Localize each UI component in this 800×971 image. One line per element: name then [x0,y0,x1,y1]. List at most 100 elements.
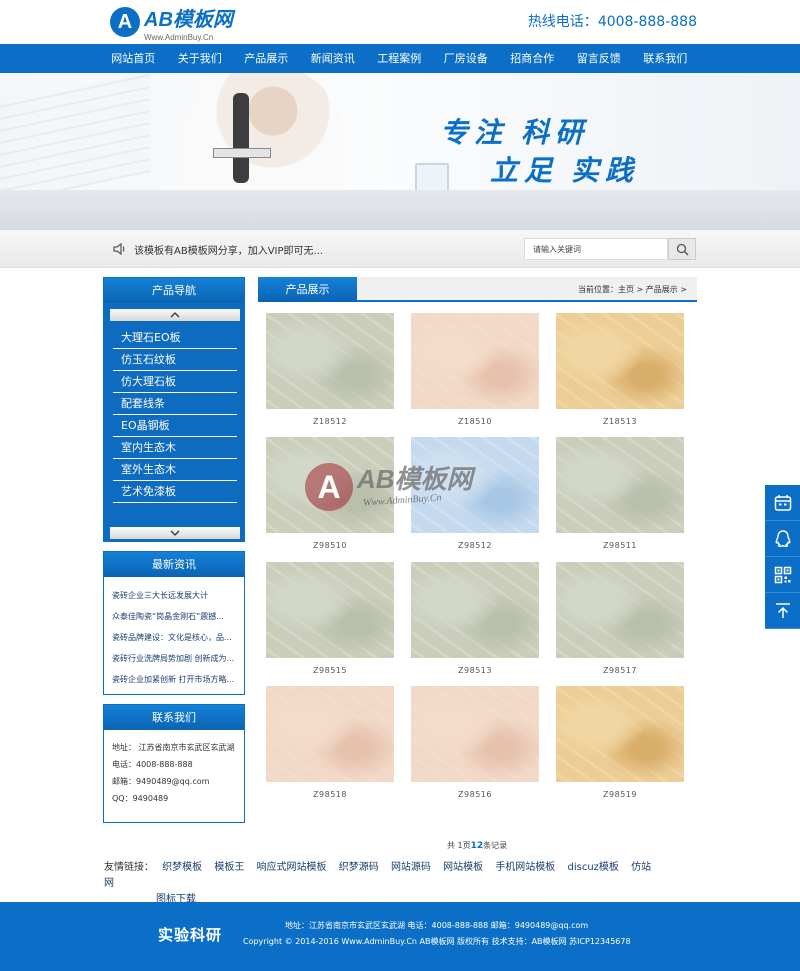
hotline: 热线电话：4008-888-888 [528,11,697,31]
friend-links: 友情链接： 织梦模板 模板王 响应式网站模板 织梦源码 网站源码 网站模板 手机… [104,860,664,908]
news-item[interactable]: 众泰佳陶瓷“岗晶金刚石”震撼... [112,606,242,627]
product-card[interactable]: Z98518 [266,686,394,799]
product-thumbnail[interactable] [556,562,684,658]
qrcode-icon [774,566,791,583]
category-item[interactable]: EO晶钢板 [113,415,237,437]
news-item[interactable]: 瓷砖行业洗牌局势加剧 创新成为... [112,648,242,669]
site-logo[interactable]: A AB模板网 Www.AdminBuy.Cn [110,6,233,42]
scroll-down-button[interactable] [110,527,240,539]
chevron-up-icon [170,312,180,318]
product-code[interactable]: Z18512 [266,417,394,426]
breadcrumb[interactable]: 当前位置：主页 > 产品展示 > [578,284,687,295]
product-card[interactable]: Z98511 [556,437,684,550]
friend-link[interactable]: 响应式网站模板 [257,862,327,873]
product-card[interactable]: Z18512 [266,313,394,426]
category-item[interactable]: 室外生态木 [113,459,237,481]
product-thumbnail[interactable] [556,437,684,533]
category-item[interactable]: 仿大理石板 [113,371,237,393]
category-item[interactable]: 大理石EO板 [113,327,237,349]
friend-link[interactable]: 手机网站模板 [495,862,555,873]
page: A AB模板网 Www.AdminBuy.Cn 热线电话：4008-888-88… [0,0,800,971]
product-thumbnail[interactable] [266,562,394,658]
site-footer: 实验科研 地址：江苏省南京市玄武区玄武湖 电话：4008-888-888 邮箱：… [0,902,800,971]
banner-desk [0,190,800,230]
nav-item-cases[interactable]: 工程案例 [366,44,433,73]
speaker-icon [113,242,125,256]
nav-item-home[interactable]: 网站首页 [100,44,167,73]
search-button[interactable] [668,238,696,260]
news-item[interactable]: 瓷砖企业三大长远发展大计 [112,585,242,606]
product-card[interactable]: Z98515 [266,562,394,675]
product-code[interactable]: Z18513 [556,417,684,426]
category-item[interactable]: 配套线条 [113,393,237,415]
calendar-button[interactable] [765,485,800,521]
qq-button[interactable] [765,521,800,557]
nav-item-feedback[interactable]: 留言反馈 [566,44,633,73]
notice-message[interactable]: 该模板有AB模板网分享，加入VIP即可无... [134,242,323,257]
search-input[interactable] [524,238,668,260]
product-code[interactable]: Z98517 [556,666,684,675]
nav-item-products[interactable]: 产品展示 [233,44,300,73]
product-thumbnail[interactable] [411,437,539,533]
nav-item-contact[interactable]: 联系我们 [632,44,699,73]
section-tab: 产品展示 [258,277,357,302]
product-code[interactable]: Z98516 [411,790,539,799]
category-item[interactable]: 仿玉石纹板 [113,349,237,371]
product-thumbnail[interactable] [266,313,394,409]
product-card[interactable]: Z98513 [411,562,539,675]
nav-item-news[interactable]: 新闻资讯 [300,44,367,73]
search-form [524,238,696,260]
contact-address: 地址： 江苏省南京市玄武区玄武湖 [112,743,235,752]
product-nav-box: 产品导航 大理石EO板 仿玉石纹板 仿大理石板 配套线条 EO晶钢板 室内生态木… [103,277,245,542]
friend-link[interactable]: 模板王 [214,862,244,873]
calendar-icon [774,494,791,511]
product-card[interactable]: Z98516 [411,686,539,799]
product-card[interactable]: Z98517 [556,562,684,675]
product-thumbnail[interactable] [411,686,539,782]
friend-link[interactable]: discuz模板 [568,862,619,873]
news-box: 最新资讯 瓷砖企业三大长远发展大计 众泰佳陶瓷“岗晶金刚石”震撼... 瓷砖品牌… [103,551,245,695]
news-item[interactable]: 瓷砖企业加紧创新 打开市场方略... [112,669,242,690]
notice-bar: 该模板有AB模板网分享，加入VIP即可无... [0,230,800,268]
hotline-label: 热线电话： [527,14,598,30]
product-card[interactable]: Z18510 [411,313,539,426]
product-card[interactable]: Z98510 [266,437,394,550]
product-card[interactable]: Z98512 [411,437,539,550]
product-code[interactable]: Z98511 [556,541,684,550]
contact-phone: 电话：4008-888-888 [112,760,193,769]
news-item[interactable]: 瓷砖品牌建设：文化是核心，品... [112,627,242,648]
product-code[interactable]: Z98519 [556,790,684,799]
product-thumbnail[interactable] [266,686,394,782]
logo-subtitle: Www.AdminBuy.Cn [144,32,214,42]
product-card[interactable]: Z18513 [556,313,684,426]
nav-item-equipment[interactable]: 厂房设备 [433,44,500,73]
friend-link[interactable]: 织梦模板 [162,862,202,873]
category-item[interactable]: 艺术免漆板 [113,481,237,503]
friend-link[interactable]: 织梦源码 [339,862,379,873]
product-code[interactable]: Z18510 [411,417,539,426]
friend-link[interactable]: 网站模板 [443,862,483,873]
product-code[interactable]: Z98512 [411,541,539,550]
chevron-down-icon [170,530,180,536]
scroll-up-button[interactable] [110,309,240,321]
product-code[interactable]: Z98515 [266,666,394,675]
friend-link[interactable]: 网站源码 [391,862,431,873]
nav-item-investment[interactable]: 招商合作 [499,44,566,73]
product-code[interactable]: Z98518 [266,790,394,799]
product-card[interactable]: Z98519 [556,686,684,799]
product-thumbnail[interactable] [556,686,684,782]
product-thumbnail[interactable] [556,313,684,409]
back-to-top-button[interactable] [765,593,800,629]
product-thumbnail[interactable] [411,313,539,409]
product-thumbnail[interactable] [411,562,539,658]
product-code[interactable]: Z98513 [411,666,539,675]
contact-box: 联系我们 地址： 江苏省南京市玄武区玄武湖 电话：4008-888-888 邮箱… [103,704,245,823]
qq-icon [774,529,791,547]
product-code[interactable]: Z98510 [266,541,394,550]
nav-item-about[interactable]: 关于我们 [167,44,234,73]
slogan-line-2: 立足 实践 [490,156,640,187]
product-thumbnail[interactable] [266,437,394,533]
category-item[interactable]: 室内生态木 [113,437,237,459]
qrcode-button[interactable] [765,557,800,593]
floating-toolbar [765,485,800,629]
